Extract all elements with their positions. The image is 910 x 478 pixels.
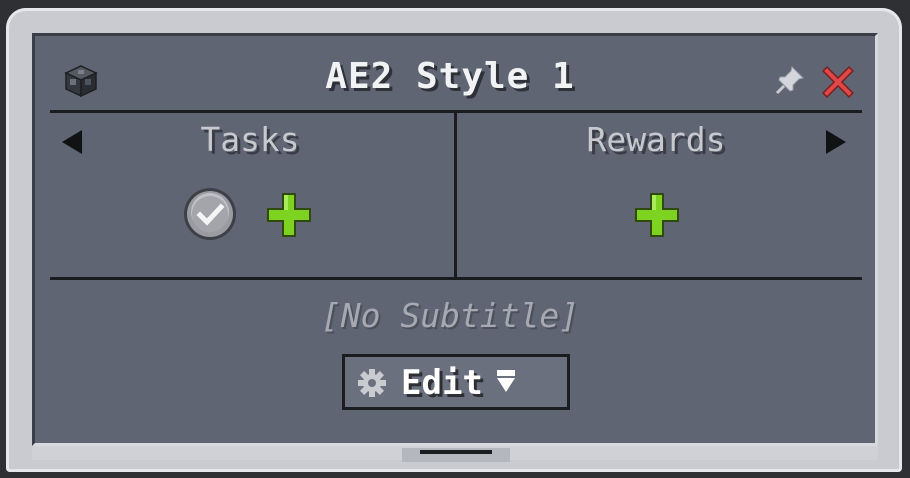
- dropdown-arrow-icon: [497, 370, 515, 392]
- gear-icon: [358, 369, 386, 397]
- column-divider: [454, 110, 457, 280]
- resize-handle-grip: [420, 450, 492, 454]
- checkmark-icon[interactable]: [182, 186, 238, 242]
- edit-button[interactable]: Edit: [342, 354, 570, 410]
- dialog-title: AE2 Style 1: [325, 56, 575, 97]
- add-reward-plus-icon[interactable]: [632, 190, 682, 240]
- triangle-right-icon[interactable]: [826, 130, 846, 154]
- add-task-plus-icon[interactable]: [264, 190, 314, 240]
- edit-button-label: Edit: [401, 363, 483, 403]
- dialog-subtitle[interactable]: [No Subtitle]: [250, 294, 650, 338]
- triangle-left-icon[interactable]: [62, 130, 82, 154]
- ae2-block-icon: [64, 65, 98, 98]
- close-icon[interactable]: [822, 66, 854, 98]
- tasks-header: Tasks: [200, 120, 300, 159]
- pin-icon[interactable]: [774, 64, 806, 96]
- rewards-header: Rewards: [586, 120, 726, 159]
